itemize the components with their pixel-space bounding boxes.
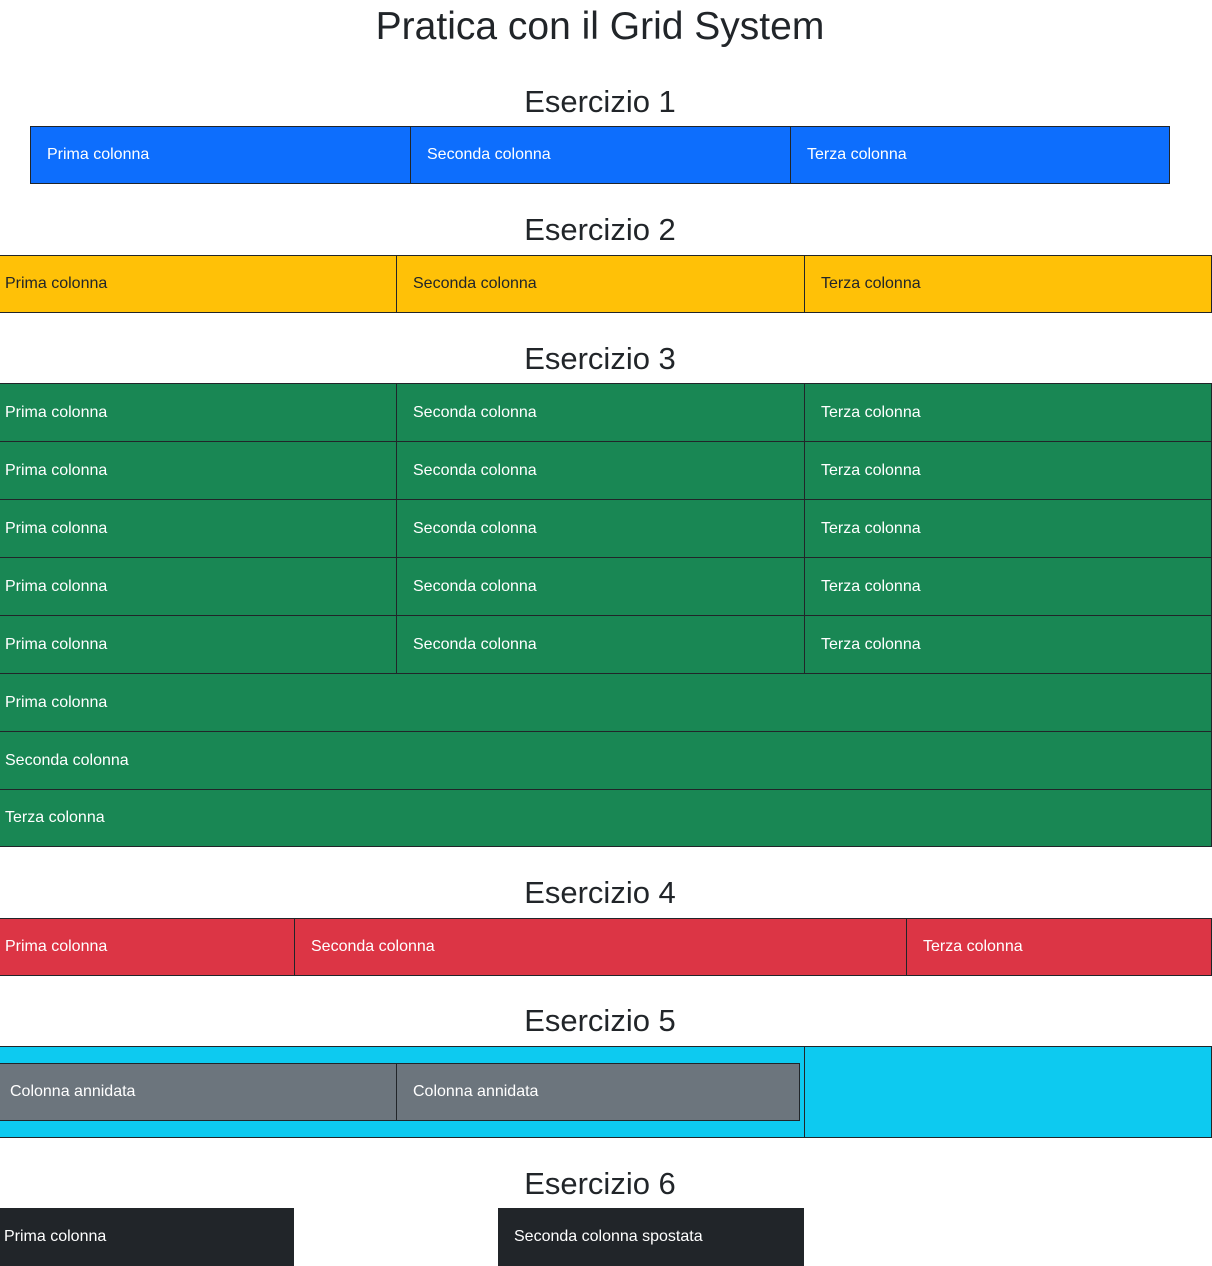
ex3-r3-col-3: Terza colonna [804,499,1212,558]
exercise-2-row: Prima colonna Seconda colonna Terza colo… [0,255,1212,313]
ex1-col-3: Terza colonna [790,126,1170,184]
ex5-nested-col-2: Colonna annidata [396,1063,800,1121]
ex2-col-3: Terza colonna [804,255,1212,313]
page-title: Pratica con il Grid System [375,5,825,48]
ex3-r1-col-1: Prima colonna [0,383,397,442]
ex1-col-1: Prima colonna [30,126,411,184]
ex3-r5-col-1: Prima colonna [0,615,397,674]
ex3-r2-col-1: Prima colonna [0,441,397,500]
exercise-3-heading: Esercizio 3 [524,341,676,376]
ex4-col-1: Prima colonna [0,918,295,976]
ex5-outer-col-2 [804,1046,1212,1138]
ex3-stacked-col-2: Seconda colonna [0,731,1212,790]
ex5-nested-col-1: Colonna annidata [0,1063,397,1121]
ex6-col-1: Prima colonna [0,1208,294,1266]
exercise-5-heading: Esercizio 5 [524,1003,676,1038]
ex3-r4-col-2: Seconda colonna [396,557,805,616]
ex3-r5-col-3: Terza colonna [804,615,1212,674]
ex3-r3-col-2: Seconda colonna [396,499,805,558]
ex3-r3-col-1: Prima colonna [0,499,397,558]
ex5-outer-col-1: Colonna annidata Colonna annidata [0,1046,805,1138]
ex3-r2-col-2: Seconda colonna [396,441,805,500]
ex3-r1-col-2: Seconda colonna [396,383,805,442]
exercise-5-row: Colonna annidata Colonna annidata [0,1046,1212,1138]
exercise-4-row: Prima colonna Seconda colonna Terza colo… [0,918,1212,976]
ex3-r4-col-3: Terza colonna [804,557,1212,616]
exercise-1-row: Prima colonna Seconda colonna Terza colo… [30,126,1170,184]
exercise-6-row: Prima colonna Seconda colonna spostata [0,1208,1212,1266]
ex4-col-3: Terza colonna [906,918,1212,976]
ex3-r4-col-1: Prima colonna [0,557,397,616]
exercise-3-grid: Prima colonna Seconda colonna Terza colo… [0,383,1212,847]
ex6-col-2-offset: Seconda colonna spostata [498,1208,804,1266]
exercise-4-heading: Esercizio 4 [524,875,676,910]
ex3-r2-col-3: Terza colonna [804,441,1212,500]
ex2-col-2: Seconda colonna [396,255,805,313]
exercise-2-heading: Esercizio 2 [524,212,676,247]
ex3-r5-col-2: Seconda colonna [396,615,805,674]
ex2-col-1: Prima colonna [0,255,397,313]
exercise-6-heading: Esercizio 6 [524,1166,676,1201]
ex3-stacked-col-3: Terza colonna [0,789,1212,847]
exercise-1-heading: Esercizio 1 [524,84,676,119]
ex3-r1-col-3: Terza colonna [804,383,1212,442]
ex3-stacked-col-1: Prima colonna [0,673,1212,732]
ex1-col-2: Seconda colonna [410,126,791,184]
ex4-col-2: Seconda colonna [294,918,907,976]
